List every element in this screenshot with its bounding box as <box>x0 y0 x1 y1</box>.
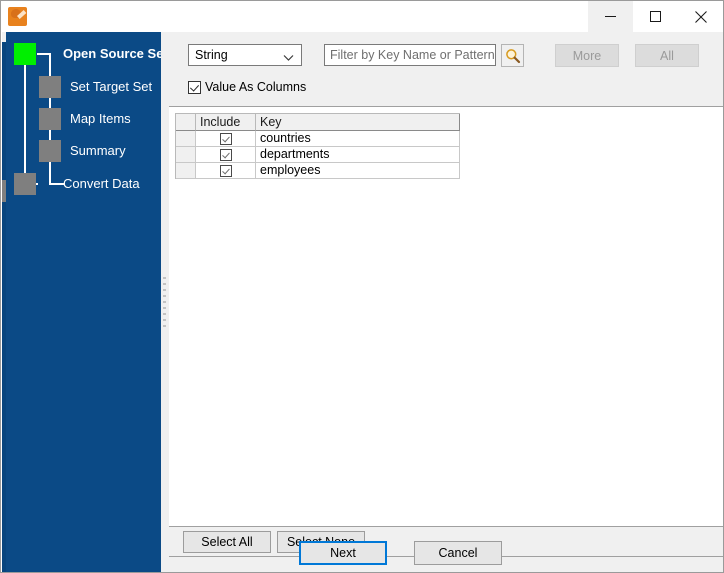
all-button-label: All <box>660 48 674 63</box>
row-key-cell: countries <box>256 131 460 147</box>
search-icon[interactable] <box>501 44 524 67</box>
step-marker-summary <box>39 140 61 162</box>
panel-splitter[interactable] <box>161 32 169 572</box>
step-marker-open-source-set <box>14 43 36 65</box>
grid-header-include: Include <box>196 114 256 131</box>
next-button[interactable]: Next <box>299 541 387 565</box>
chevron-down-icon <box>283 51 294 65</box>
title-bar <box>1 1 723 32</box>
step-marker-set-target-set <box>39 76 61 98</box>
splitter-grip[interactable] <box>163 277 166 329</box>
minimize-icon[interactable] <box>588 1 633 32</box>
table-row[interactable]: employees <box>176 163 460 179</box>
step-marker-convert-data <box>14 173 36 195</box>
window-body: Open Source Set Set Target Set Map Items… <box>2 32 723 572</box>
wizard-footer: Next Cancel <box>169 541 723 572</box>
wizard-step-sidebar: Open Source Set Set Target Set Map Items… <box>6 32 161 572</box>
sidebar-item-label: Open Source Set <box>63 46 161 61</box>
checkbox-box <box>219 164 232 177</box>
value-as-columns-checkbox[interactable]: Value As Columns <box>188 80 306 94</box>
select-all-label: Select All <box>201 535 253 549</box>
app-edit-icon <box>8 7 27 26</box>
select-all-button[interactable]: Select All <box>183 531 271 553</box>
filter-input[interactable]: Filter by Key Name or Pattern <box>324 44 496 66</box>
value-as-columns-label: Value As Columns <box>205 80 307 94</box>
filter-input-placeholder: Filter by Key Name or Pattern <box>330 48 495 62</box>
row-include-checkbox[interactable] <box>196 163 256 179</box>
grid-header-selector <box>176 114 196 131</box>
cancel-button-label: Cancel <box>438 546 478 560</box>
maximize-icon[interactable] <box>633 1 678 32</box>
table-row[interactable]: countries <box>176 131 460 147</box>
all-button[interactable]: All <box>635 44 699 67</box>
close-icon[interactable] <box>678 1 723 32</box>
more-button[interactable]: More <box>555 44 619 67</box>
sidebar-item-label: Set Target Set <box>70 79 153 94</box>
grid-header-key: Key <box>256 114 460 131</box>
cancel-button[interactable]: Cancel <box>414 541 502 565</box>
sidebar-item-label: Convert Data <box>63 176 140 191</box>
tree-connector-trunk <box>24 64 26 184</box>
row-include-checkbox[interactable] <box>196 147 256 163</box>
filter-toolbar: String Filter by Key Name or Pattern Mor <box>169 32 723 107</box>
grid-header-row: Include Key <box>176 114 460 131</box>
row-key-cell: employees <box>256 163 460 179</box>
row-include-checkbox[interactable] <box>196 131 256 147</box>
key-grid-region: Include Key countries departments employ… <box>169 107 723 527</box>
row-selector[interactable] <box>176 147 196 163</box>
checkbox-box <box>188 80 201 94</box>
type-select-value: String <box>195 48 228 62</box>
application-window: Open Source Set Set Target Set Map Items… <box>0 0 724 573</box>
more-button-label: More <box>572 48 602 63</box>
next-button-label: Next <box>330 546 356 560</box>
row-key-cell: departments <box>256 147 460 163</box>
window-controls <box>588 1 723 32</box>
step-marker-map-items <box>39 108 61 130</box>
key-grid[interactable]: Include Key countries departments employ… <box>175 113 460 179</box>
row-selector[interactable] <box>176 163 196 179</box>
sidebar-item-label: Summary <box>70 143 126 158</box>
main-content-panel: String Filter by Key Name or Pattern Mor <box>169 32 723 572</box>
sidebar-item-label: Map Items <box>70 111 131 126</box>
table-row[interactable]: departments <box>176 147 460 163</box>
tree-connector-top <box>37 53 51 55</box>
row-selector[interactable] <box>176 131 196 147</box>
checkbox-box <box>219 148 232 161</box>
type-select[interactable]: String <box>188 44 302 66</box>
checkbox-box <box>219 132 232 145</box>
